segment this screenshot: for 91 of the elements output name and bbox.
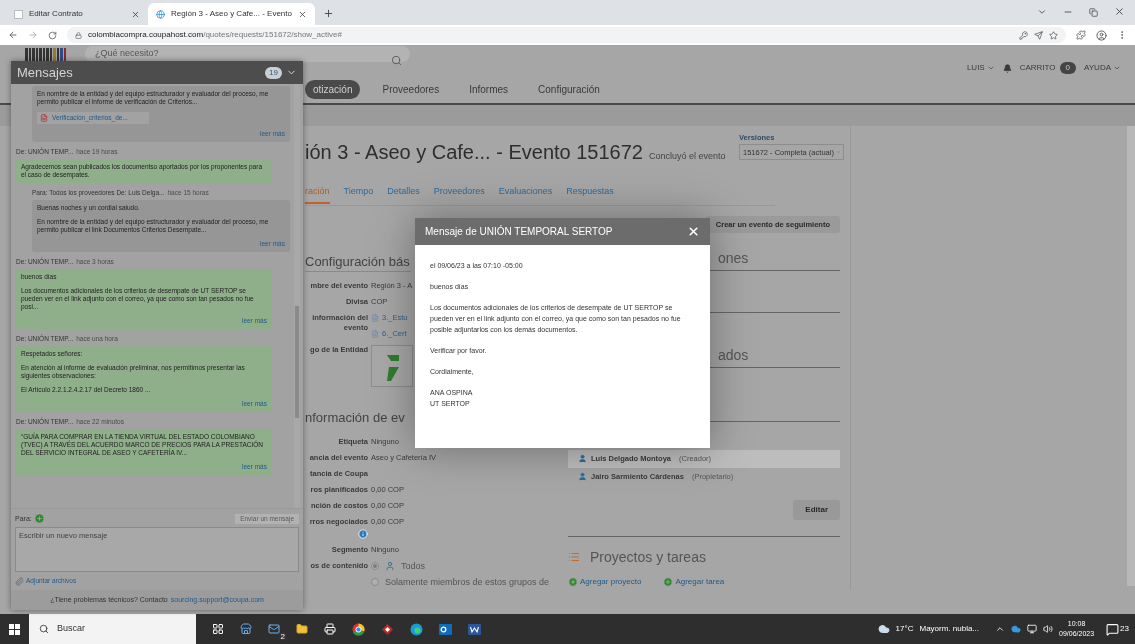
cart-count: 0 xyxy=(1059,62,1077,74)
printer-icon[interactable] xyxy=(324,623,336,635)
mail-icon[interactable] xyxy=(268,623,280,635)
message-count: 19 xyxy=(265,66,282,79)
close-icon[interactable] xyxy=(131,9,140,19)
store-icon[interactable] xyxy=(240,623,252,635)
person-icon xyxy=(578,472,587,481)
scrollbar[interactable] xyxy=(294,84,300,509)
section-heading: nformación de ev xyxy=(305,409,405,427)
lock-icon xyxy=(75,31,82,39)
nav-tab[interactable]: Proveedores xyxy=(374,79,448,99)
edge-icon[interactable] xyxy=(410,622,423,636)
info-icon[interactable] xyxy=(358,528,368,539)
browser-icon[interactable] xyxy=(352,622,365,636)
paperclip-icon xyxy=(15,576,24,586)
taskbar-search-field[interactable]: Buscar xyxy=(29,614,196,644)
outlook-icon[interactable] xyxy=(439,622,452,636)
key-icon[interactable] xyxy=(1019,30,1028,40)
tab-title: Región 3 - Aseo y Cafe... - Evento xyxy=(171,8,292,20)
url-text: colombiacompra.coupahost.com/quotes/requests/151672/show_active# xyxy=(88,29,342,41)
volume-icon[interactable] xyxy=(1043,624,1054,634)
windows-logo-icon[interactable] xyxy=(9,623,20,635)
edit-button[interactable]: Editar xyxy=(793,499,840,520)
radio-label: Todos xyxy=(401,560,426,571)
add-icon xyxy=(568,576,578,587)
restore-icon[interactable] xyxy=(1089,8,1098,17)
folder-icon[interactable] xyxy=(296,623,308,635)
pdf-icon xyxy=(40,114,48,122)
group-icon xyxy=(385,560,395,571)
chevron-down-icon xyxy=(1113,64,1121,72)
add-task-link[interactable]: Agregar tarea xyxy=(675,575,725,588)
weather-icon[interactable] xyxy=(877,623,890,635)
event-tab[interactable]: Tiempo xyxy=(343,182,374,204)
section-heading: Proyectos y tareas xyxy=(590,547,706,567)
user-menu[interactable]: LUIS xyxy=(966,62,995,74)
close-icon[interactable] xyxy=(1114,6,1125,17)
cloud-icon[interactable] xyxy=(1011,624,1022,634)
event-status: Concluyó el evento xyxy=(649,150,726,163)
event-title: ión 3 - Aseo y Cafe... - Evento 151672 xyxy=(305,140,643,165)
person-icon xyxy=(578,454,587,463)
tray-expand-icon[interactable] xyxy=(995,624,1006,634)
search-icon xyxy=(39,624,49,634)
close-icon[interactable] xyxy=(687,225,700,238)
add-icon xyxy=(663,576,674,587)
chevron-down-icon xyxy=(986,64,995,72)
send-icon[interactable] xyxy=(1034,30,1043,40)
notification-count: 23 xyxy=(1120,623,1129,635)
profile-icon[interactable] xyxy=(1096,29,1107,41)
site-icon xyxy=(156,9,165,19)
bookmark-star-icon[interactable] xyxy=(1049,30,1058,40)
list-icon xyxy=(568,551,580,563)
radio-button[interactable] xyxy=(371,561,379,570)
tab-list-icon[interactable] xyxy=(1037,7,1047,17)
nav-tab[interactable]: otización xyxy=(305,79,361,99)
new-tab-icon[interactable] xyxy=(322,8,334,19)
back-icon[interactable] xyxy=(8,30,18,40)
weather-temp[interactable]: 17°C xyxy=(895,623,914,635)
file-icon xyxy=(371,330,379,338)
scrollbar[interactable] xyxy=(1127,126,1135,586)
entity-logo xyxy=(371,345,413,387)
close-icon[interactable] xyxy=(297,9,307,19)
network-icon[interactable] xyxy=(1027,624,1038,634)
section-heading: ados xyxy=(718,346,749,363)
section-heading: Configuración bás xyxy=(305,251,411,272)
word-icon[interactable] xyxy=(468,622,481,636)
tab-title: Editar Contrato xyxy=(29,8,84,20)
dialog-title: Mensaje de UNIÓN TEMPORAL SERTOP xyxy=(425,224,614,239)
task-view-icon[interactable] xyxy=(212,623,224,635)
address-bar[interactable]: colombiacompra.coupahost.com/quotes/requests/151672/show_active# xyxy=(67,27,1066,43)
extensions-icon[interactable] xyxy=(1076,30,1086,40)
help-menu[interactable]: AYUDA xyxy=(1084,62,1121,74)
nav-tab[interactable]: Informes xyxy=(461,79,517,99)
app-icon[interactable] xyxy=(381,622,394,636)
radio-button[interactable] xyxy=(371,577,379,586)
section-heading: ones xyxy=(718,249,749,266)
reload-icon[interactable] xyxy=(48,30,57,40)
file-icon xyxy=(371,314,379,322)
event-tab[interactable]: Detalles xyxy=(387,182,420,204)
panel-title: Mensajes xyxy=(17,63,74,82)
weather-text[interactable]: Mayorm. nubla... xyxy=(919,623,980,635)
notifications-icon[interactable] xyxy=(1106,622,1120,636)
add-project-link[interactable]: Agregar proyecto xyxy=(580,575,642,588)
mail-badge: 2 xyxy=(278,632,287,641)
logo-icon xyxy=(25,48,69,62)
nav-tab[interactable]: Configuración xyxy=(530,79,608,99)
browser-tab[interactable]: Región 3 - Aseo y Cafe... - Evento xyxy=(148,3,315,25)
search-icon[interactable] xyxy=(391,55,402,66)
search-field[interactable]: ¿Qué necesito? xyxy=(85,46,410,62)
radio-label: Solamente miembros de estos grupos de xyxy=(385,576,550,587)
cart-link[interactable]: CARRITO xyxy=(1019,62,1056,74)
page-icon xyxy=(14,9,23,19)
